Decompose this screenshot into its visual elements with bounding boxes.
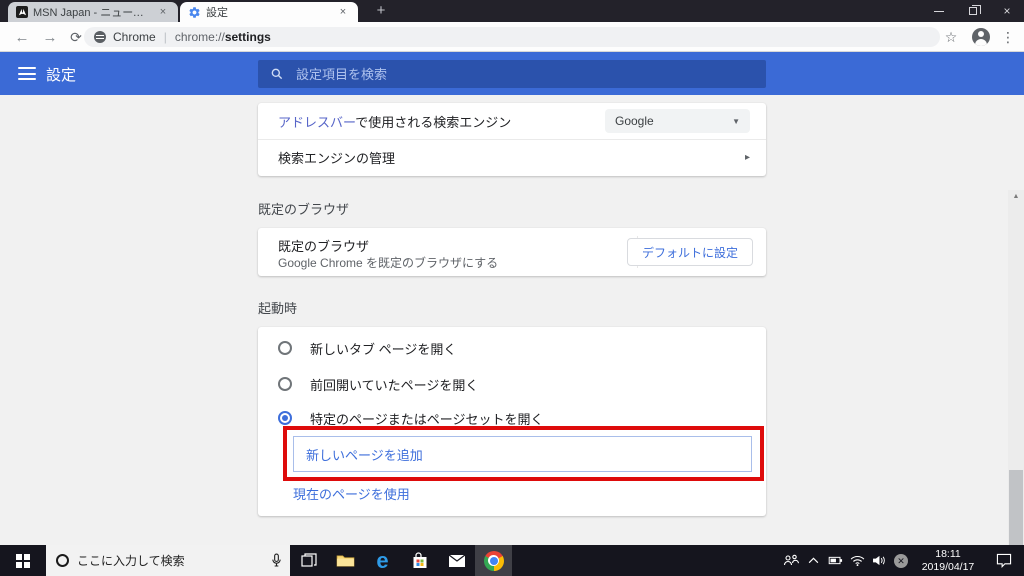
search-engine-dropdown[interactable]: Google ▼	[605, 109, 750, 133]
startup-option-continue[interactable]: 前回開いていたページを開く	[278, 372, 750, 396]
address-scheme: chrome://	[174, 30, 225, 44]
startup-card: 新しいタブ ページを開く 前回開いていたページを開く 特定のページまたはページセ…	[258, 327, 766, 516]
speaker-icon[interactable]	[868, 555, 890, 566]
forward-button[interactable]: →	[38, 25, 62, 49]
settings-gear-favicon-icon	[188, 6, 201, 19]
use-current-pages-link[interactable]: 現在のページを使用	[293, 484, 410, 503]
window-controls: ×	[922, 0, 1024, 22]
windows-logo-icon	[16, 553, 30, 568]
wifi-icon[interactable]	[846, 555, 868, 566]
hamburger-menu-icon[interactable]	[18, 67, 36, 80]
address-bar-link[interactable]: アドレスバー	[278, 115, 355, 130]
folder-icon	[336, 555, 355, 567]
settings-search-box[interactable]	[258, 60, 766, 88]
edge-icon: e	[376, 547, 389, 573]
tray-chevron-up-icon[interactable]	[802, 557, 824, 564]
manage-search-engines-row[interactable]: 検索エンジンの管理 ▸	[258, 140, 766, 175]
settings-header: 設定	[0, 52, 1024, 95]
search-engine-card: アドレスバーで使用される検索エンジン Google ▼ 検索エンジンの管理 ▸	[258, 103, 766, 176]
section-title-default-browser: 既定のブラウザ	[258, 202, 350, 217]
radio-icon[interactable]	[278, 341, 292, 355]
close-button[interactable]: ×	[990, 0, 1024, 22]
restore-icon	[969, 5, 981, 15]
tab-close-icon[interactable]: ×	[336, 6, 350, 18]
minimize-icon	[934, 10, 944, 12]
address-bar[interactable]: Chrome | chrome:// settings	[84, 27, 940, 47]
row-label: 検索エンジンの管理	[278, 151, 396, 166]
file-explorer-button[interactable]	[327, 545, 364, 576]
default-browser-card: 既定のブラウザ Google Chrome を既定のブラウザにする デフォルトに…	[258, 228, 766, 276]
startup-option-new-tab[interactable]: 新しいタブ ページを開く	[278, 336, 750, 360]
tab-title: MSN Japan - ニュース, 天気, メール	[33, 7, 150, 19]
minimize-button[interactable]	[922, 0, 956, 22]
profile-avatar[interactable]	[972, 28, 990, 46]
chevron-down-icon: ▼	[732, 116, 740, 126]
search-icon	[271, 68, 283, 80]
scroll-up-icon[interactable]: ▲	[1008, 193, 1024, 200]
site-settings-icon	[94, 31, 106, 43]
windows-taskbar: e ✕	[0, 545, 1024, 576]
screen: MSN Japan - ニュース, 天気, メール × 設定 × + × ← →…	[0, 0, 1024, 576]
address-site-label: Chrome	[113, 30, 156, 44]
new-tab-button[interactable]: +	[368, 0, 394, 22]
tab-close-icon[interactable]: ×	[156, 6, 170, 18]
settings-search-input[interactable]	[296, 66, 754, 82]
row-label: アドレスバーで使用される検索エンジン	[278, 114, 512, 130]
radio-icon[interactable]	[278, 411, 292, 425]
default-browser-row-title: 既定のブラウザ	[278, 239, 370, 254]
store-icon	[413, 552, 426, 568]
chrome-taskbar-button[interactable]	[475, 545, 512, 576]
browser-tab-strip: MSN Japan - ニュース, 天気, メール × 設定 × + ×	[0, 0, 1024, 22]
clock-time: 18:11	[935, 547, 961, 560]
people-icon[interactable]	[780, 554, 802, 567]
cortana-icon	[56, 554, 69, 567]
taskbar-search-input[interactable]	[77, 553, 271, 568]
edge-button[interactable]: e	[364, 545, 401, 576]
option-label: 特定のページまたはページセットを開く	[310, 411, 544, 427]
start-button[interactable]	[0, 545, 46, 576]
dismiss-circle-icon[interactable]: ✕	[890, 553, 912, 568]
tab-title: 設定	[206, 7, 228, 19]
address-page: settings	[224, 30, 271, 44]
page-scrollbar[interactable]: ▲ ▼	[1008, 190, 1024, 576]
browser-toolbar: ← → ⟳ Chrome | chrome:// settings ☆ ⋮	[0, 22, 1024, 52]
dropdown-value: Google	[615, 114, 654, 128]
settings-title: 設定	[46, 67, 77, 84]
battery-icon[interactable]	[824, 556, 846, 565]
address-separator: |	[163, 30, 167, 44]
chrome-menu-icon[interactable]: ⋮	[998, 29, 1018, 46]
tab-settings[interactable]: 設定 ×	[180, 2, 358, 22]
toolbar-right-icons: ☆ ⋮	[938, 25, 1018, 49]
store-button[interactable]	[401, 545, 438, 576]
settings-content: アドレスバーで使用される検索エンジン Google ▼ 検索エンジンの管理 ▸ …	[0, 95, 1024, 576]
clock-date: 2019/04/17	[921, 560, 975, 573]
restore-button[interactable]	[956, 0, 990, 22]
set-default-button[interactable]: デフォルトに設定	[626, 238, 753, 266]
default-browser-row-subtitle: Google Chrome を既定のブラウザにする	[278, 256, 499, 270]
annotation-highlight-box	[283, 426, 764, 481]
task-view-icon	[300, 552, 317, 567]
search-engine-row: アドレスバーで使用される検索エンジン Google ▼	[258, 103, 766, 140]
system-tray: ✕ 18:11 2019/04/17	[780, 545, 1024, 576]
chevron-right-icon: ▸	[744, 152, 750, 163]
option-label: 新しいタブ ページを開く	[310, 341, 457, 357]
back-button[interactable]: ←	[10, 25, 34, 49]
chrome-icon	[483, 550, 504, 571]
radio-icon[interactable]	[278, 377, 292, 391]
bookmark-star-icon[interactable]: ☆	[938, 29, 964, 46]
mail-button[interactable]	[438, 545, 475, 576]
mail-icon	[448, 554, 465, 567]
taskbar-clock[interactable]: 18:11 2019/04/17	[916, 548, 980, 574]
msn-favicon-icon	[16, 6, 28, 18]
section-title-startup: 起動時	[258, 301, 298, 316]
microphone-icon[interactable]	[271, 553, 282, 568]
task-view-button[interactable]	[290, 545, 327, 576]
action-center-button[interactable]	[984, 553, 1024, 568]
tab-msn-japan[interactable]: MSN Japan - ニュース, 天気, メール ×	[8, 2, 178, 22]
taskbar-search-box[interactable]	[46, 545, 290, 576]
action-center-icon	[996, 553, 1012, 568]
option-label: 前回開いていたページを開く	[310, 377, 479, 393]
